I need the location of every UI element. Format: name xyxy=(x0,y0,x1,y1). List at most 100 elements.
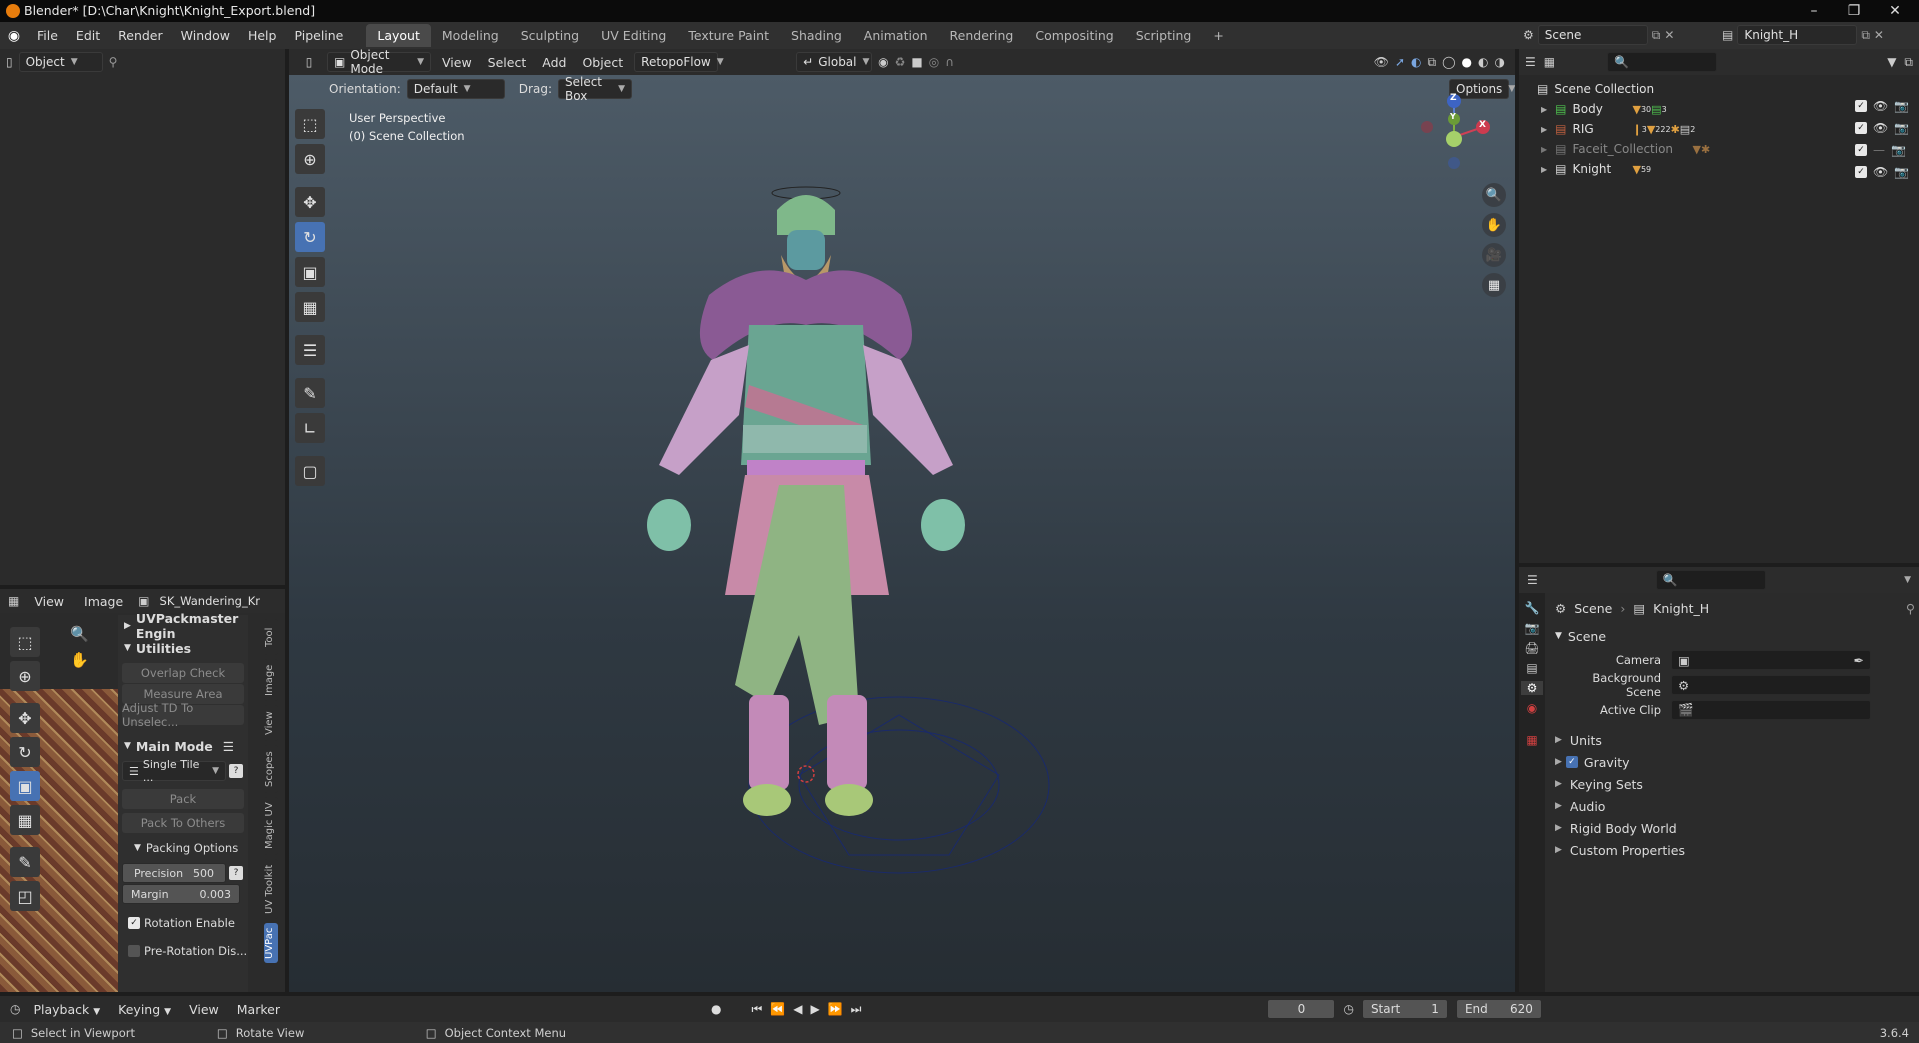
play-icon[interactable]: ▶ xyxy=(810,1002,819,1016)
uv-select-box-tool[interactable]: ⬚ xyxy=(10,627,40,657)
drag-dropdown[interactable]: Select Box ▼ xyxy=(557,75,632,103)
jump-start-icon[interactable]: ⏮ xyxy=(751,1002,762,1017)
falloff-icon[interactable]: ∩ xyxy=(945,55,954,69)
overlap-check-button[interactable]: Overlap Check xyxy=(122,663,244,683)
new-scene-icon[interactable]: ⧉ xyxy=(1652,28,1661,43)
packing-options-header[interactable]: ▼ Packing Options xyxy=(118,837,248,859)
zoom-icon[interactable]: 🔍 xyxy=(70,625,89,643)
uv-rotate-tool[interactable]: ↻ xyxy=(10,737,40,767)
move-tool[interactable]: ✥ xyxy=(295,187,325,217)
viewlayer-name-field[interactable]: Knight_H xyxy=(1737,25,1858,45)
image-browse-icon[interactable]: ▣ xyxy=(138,594,149,608)
subpanel-units[interactable]: ▶ Units xyxy=(1555,729,1915,751)
pack-button[interactable]: Pack xyxy=(122,789,244,809)
side-tab-uv-toolkit[interactable]: UV Toolkit xyxy=(264,859,278,919)
uv-scale-tool[interactable]: ▣ xyxy=(10,771,40,801)
eye-closed-icon[interactable]: — xyxy=(1873,143,1885,157)
end-frame-field[interactable]: End 620 xyxy=(1455,999,1542,1019)
3d-viewport[interactable]: Orientation: Default ▼ Drag: Select Box ▼ … xyxy=(289,75,1515,992)
outliner-editor-type-icon[interactable]: ☰ xyxy=(1525,55,1536,69)
transform-tool[interactable]: ▦ xyxy=(295,292,325,322)
tab-scripting[interactable]: Scripting xyxy=(1125,24,1203,47)
pan-hand-icon[interactable]: ✋ xyxy=(70,651,89,669)
uv-editor-type-icon[interactable]: ▦ xyxy=(8,594,19,608)
timeline-menu-view[interactable]: View xyxy=(184,1002,224,1017)
side-tab-uvpackmaster[interactable]: UVPac xyxy=(264,923,278,963)
add-workspace-icon[interactable]: + xyxy=(1202,24,1234,47)
properties-editor-type-icon[interactable]: ☰ xyxy=(1527,573,1538,587)
snap-target-icon[interactable]: ■ xyxy=(911,55,922,69)
delete-scene-icon[interactable]: ✕ xyxy=(1664,28,1674,42)
xray-icon[interactable]: ⧉ xyxy=(1428,55,1437,70)
list-icon[interactable]: ☰ xyxy=(223,739,234,754)
menu-help[interactable]: Help xyxy=(239,28,286,43)
delete-viewlayer-icon[interactable]: ✕ xyxy=(1874,28,1884,42)
viewport-editor-type-icon[interactable]: ▯ xyxy=(297,55,321,69)
filter-icon[interactable]: ▼ xyxy=(1887,55,1896,69)
preview-range-icon[interactable]: ◷ xyxy=(1343,1002,1353,1016)
material-shading-icon[interactable]: ◐ xyxy=(1478,55,1488,69)
jump-end-icon[interactable]: ⏭ xyxy=(851,1002,862,1017)
scale-tool[interactable]: ▣ xyxy=(295,257,325,287)
exclude-checkbox[interactable]: ✓ xyxy=(1855,122,1867,134)
subpanel-gravity[interactable]: ▶ ✓ Gravity xyxy=(1555,751,1915,773)
timeline-menu-marker[interactable]: Marker xyxy=(232,1002,285,1017)
ortho-toggle-icon[interactable]: ▦ xyxy=(1482,273,1506,297)
side-tab-view[interactable]: View xyxy=(264,705,278,741)
eyedropper-icon[interactable]: ✒ xyxy=(1854,653,1864,668)
image-name-field[interactable]: SK_Wandering_Knig xyxy=(160,594,260,608)
transform-orientation-dropdown[interactable]: ↵ Global ▼ xyxy=(796,52,873,72)
camera-render-icon[interactable]: 📷 xyxy=(1894,165,1909,179)
exclude-checkbox[interactable]: ✓ xyxy=(1855,166,1867,178)
camera-render-icon[interactable]: 📷 xyxy=(1891,143,1906,157)
current-frame-field[interactable]: 0 xyxy=(1267,999,1336,1019)
knight-character-model[interactable] xyxy=(639,175,1159,975)
main-mode-header[interactable]: ▼ Main Mode ☰ xyxy=(118,735,248,757)
viewlayer-selector[interactable]: ▤ Knight_H ⧉ ✕ xyxy=(1722,25,1884,45)
precision-field[interactable]: Precision 500 xyxy=(122,863,226,883)
hair-tool[interactable]: ☰ xyxy=(295,335,325,365)
prev-keyframe-icon[interactable]: ⏪ xyxy=(770,1002,785,1016)
adjust-td-button[interactable]: Adjust TD To Unselec... xyxy=(122,701,244,729)
cursor-tool[interactable]: ⊕ xyxy=(295,144,325,174)
tab-layout[interactable]: Layout xyxy=(366,24,431,47)
scene-collection-row[interactable]: ▤ Scene Collection xyxy=(1537,79,1919,99)
precision-help-icon[interactable]: ? xyxy=(229,866,243,880)
expand-arrow-icon[interactable]: ▶ xyxy=(1541,105,1547,114)
subpanel-keying-sets[interactable]: ▶ Keying Sets xyxy=(1555,773,1915,795)
restore-icon[interactable]: ❐ xyxy=(1834,0,1874,22)
outliner-search-field[interactable]: 🔍 xyxy=(1607,52,1718,72)
tool-tab-icon[interactable]: 🔧 xyxy=(1525,601,1540,615)
solid-shading-icon[interactable]: ● xyxy=(1462,55,1472,69)
active-clip-field[interactable]: 🎬 xyxy=(1671,700,1871,720)
rendered-shading-icon[interactable]: ◑ xyxy=(1495,55,1505,69)
uv-cursor-tool[interactable]: ⊕ xyxy=(10,661,40,691)
tab-texture-paint[interactable]: Texture Paint xyxy=(677,24,780,47)
gravity-checkbox[interactable]: ✓ xyxy=(1565,756,1578,768)
annotate-tool[interactable]: ✎ xyxy=(295,378,325,408)
viewport-menu-add[interactable]: Add xyxy=(537,55,571,70)
scene-name-field[interactable]: Scene xyxy=(1537,25,1648,45)
exclude-checkbox[interactable]: ✓ xyxy=(1855,144,1867,156)
overlays-icon[interactable]: ◐ xyxy=(1411,55,1421,69)
tile-mode-dropdown[interactable]: ☰ Single Tile ... ▼ xyxy=(122,758,226,784)
wireframe-shading-icon[interactable]: ◯ xyxy=(1442,55,1455,69)
menu-edit[interactable]: Edit xyxy=(67,28,109,43)
chevron-down-icon[interactable]: ▼ xyxy=(1904,575,1911,585)
menu-file[interactable]: File xyxy=(28,28,67,43)
subpanel-custom-properties[interactable]: ▶ Custom Properties xyxy=(1555,839,1915,861)
add-cube-tool[interactable]: ▢ xyxy=(295,456,325,486)
pivot-point-icon[interactable]: ◉ xyxy=(878,55,888,69)
camera-view-icon[interactable]: 🎥 xyxy=(1482,243,1506,267)
measure-tool[interactable]: ∟ xyxy=(295,413,325,443)
camera-render-icon[interactable]: 📷 xyxy=(1894,99,1909,113)
display-mode-icon[interactable]: ▦ xyxy=(1544,55,1555,69)
close-icon[interactable]: ✕ xyxy=(1875,0,1915,22)
texture-tab-icon[interactable]: ▦ xyxy=(1526,733,1537,747)
start-frame-field[interactable]: Start 1 xyxy=(1361,999,1448,1019)
side-tab-magic-uv[interactable]: Magic UV xyxy=(264,797,278,855)
menu-window[interactable]: Window xyxy=(172,28,239,43)
visibility-icon[interactable]: 👁 xyxy=(1374,55,1389,69)
camera-field[interactable]: ▣ ✒ xyxy=(1671,650,1871,670)
gizmo-icon[interactable]: ➚ xyxy=(1395,55,1405,69)
